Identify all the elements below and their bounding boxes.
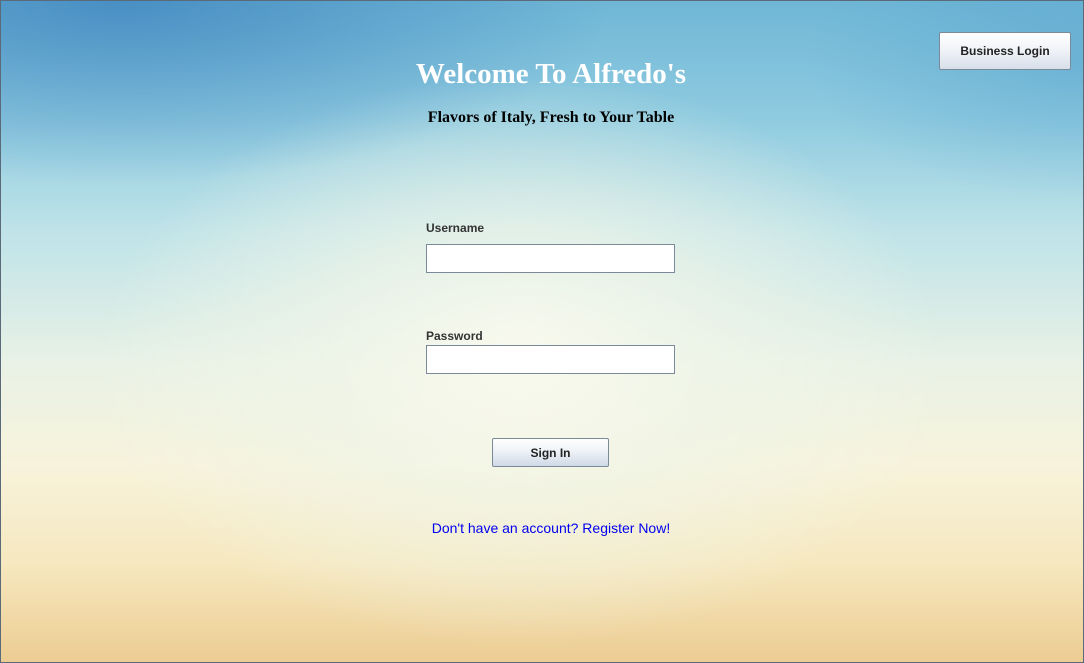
app-window: Business Login Welcome To Alfredo's Flav… <box>0 0 1084 663</box>
password-input[interactable] <box>426 345 675 374</box>
username-label: Username <box>426 221 485 235</box>
register-link[interactable]: Don't have an account? Register Now! <box>1 520 1084 536</box>
page-title: Welcome To Alfredo's <box>415 58 687 90</box>
username-input[interactable] <box>426 244 675 273</box>
sign-in-button[interactable]: Sign In <box>492 438 609 467</box>
password-label: Password <box>426 329 483 343</box>
page-subtitle: Flavors of Italy, Fresh to Your Table <box>427 109 675 126</box>
